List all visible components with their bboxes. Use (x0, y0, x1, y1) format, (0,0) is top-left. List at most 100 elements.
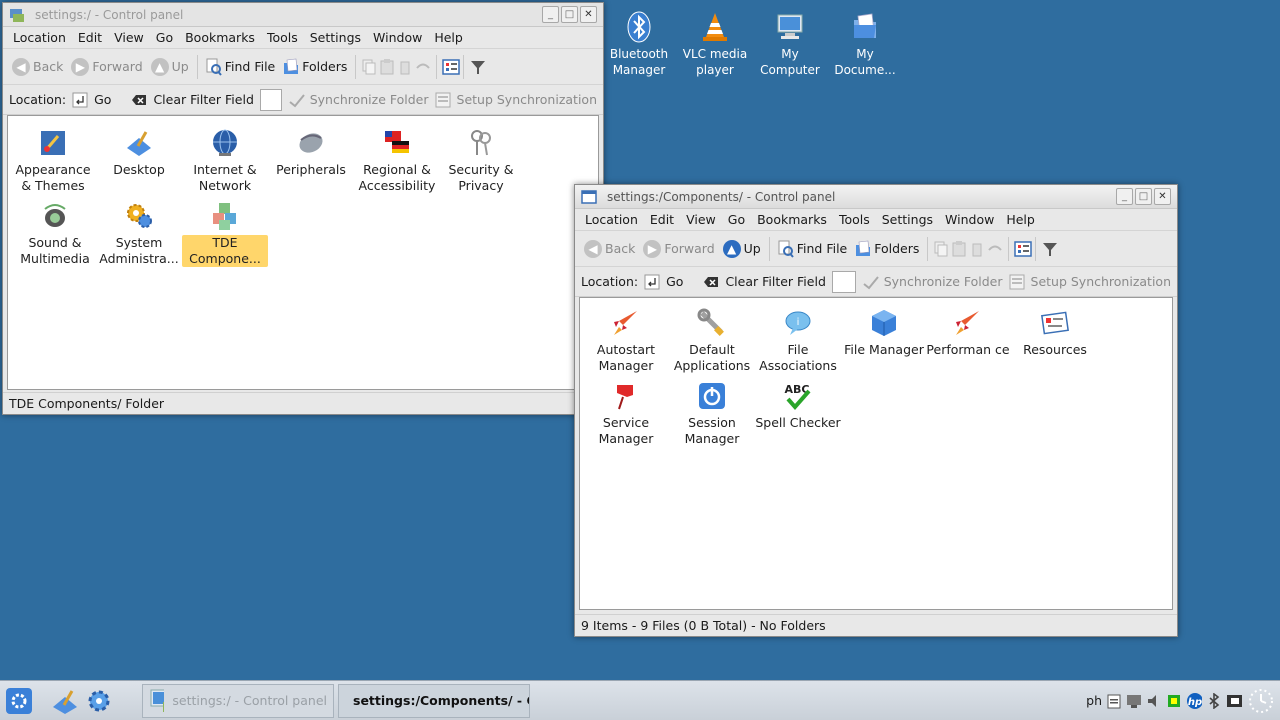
find-file-button[interactable]: Find File (775, 238, 851, 260)
go-button[interactable]: Go (666, 274, 683, 289)
menu-view[interactable]: View (108, 30, 150, 45)
forward-button[interactable]: ▶ Forward (68, 56, 145, 78)
menu-location[interactable]: Location (7, 30, 72, 45)
item-internet-network[interactable]: Internet & Network (182, 126, 268, 194)
volume-icon[interactable] (1146, 692, 1162, 710)
monitor-icon[interactable] (1126, 692, 1142, 710)
desktop-icon-bluetooth[interactable]: Bluetooth Manager (601, 10, 677, 78)
item-session-manager[interactable]: Session Manager (669, 379, 755, 447)
clear-filter-icon[interactable] (131, 91, 147, 109)
minimize-button[interactable]: _ (1116, 188, 1133, 205)
menu-view[interactable]: View (680, 212, 722, 227)
menu-bookmarks[interactable]: Bookmarks (179, 30, 261, 45)
item-spell-checker[interactable]: ABC Spell Checker (755, 379, 841, 431)
up-button[interactable]: ▲ Up (720, 238, 764, 260)
bluetooth-tray-icon[interactable] (1206, 692, 1222, 710)
folders-button[interactable]: Folders (852, 238, 922, 260)
find-file-button[interactable]: Find File (203, 56, 279, 78)
folders-button[interactable]: Folders (280, 56, 350, 78)
go-enter-icon[interactable] (72, 91, 88, 109)
item-tde-components[interactable]: TDE Compone... (182, 199, 268, 267)
item-resources[interactable]: Resources (1012, 306, 1098, 358)
settings-quicklaunch-button[interactable] (84, 686, 114, 716)
menu-go[interactable]: Go (722, 212, 751, 227)
clock-icon[interactable] (1246, 688, 1276, 713)
setup-synchronization-button[interactable]: Setup Synchronization (1031, 274, 1171, 289)
menu-settings[interactable]: Settings (304, 30, 367, 45)
undo-icon[interactable] (415, 58, 431, 76)
paste-icon[interactable] (951, 240, 967, 258)
window-titlebar[interactable]: settings:/ - Control panel _ □ ✕ (3, 3, 603, 27)
maximize-button[interactable]: □ (561, 6, 578, 23)
item-service-manager[interactable]: Service Manager (583, 379, 669, 447)
item-autostart-manager[interactable]: Autostart Manager (583, 306, 669, 374)
desktop-icon-my-computer[interactable]: My Computer (752, 10, 828, 78)
menu-help[interactable]: Help (1000, 212, 1041, 227)
filter-funnel-icon[interactable] (469, 58, 486, 76)
keyboard-layout-indicator[interactable]: ph (1086, 693, 1102, 708)
trash-icon[interactable] (397, 58, 413, 76)
menu-window[interactable]: Window (367, 30, 428, 45)
item-file-manager[interactable]: File Manager (841, 306, 927, 358)
item-peripherals[interactable]: Peripherals (268, 126, 354, 178)
menu-location[interactable]: Location (579, 212, 644, 227)
paste-icon[interactable] (379, 58, 395, 76)
setup-synchronization-button[interactable]: Setup Synchronization (457, 92, 597, 107)
forward-button[interactable]: ▶ Forward (640, 238, 717, 260)
clear-filter-icon[interactable] (703, 273, 719, 291)
back-arrow-icon: ◀ (12, 57, 30, 76)
hp-printer-icon[interactable]: hp (1186, 692, 1202, 710)
close-button[interactable]: ✕ (580, 6, 597, 23)
filter-input[interactable] (831, 270, 856, 293)
item-appearance-themes[interactable]: Appearance & Themes (10, 126, 96, 194)
menu-window[interactable]: Window (939, 212, 1000, 227)
synchronize-folder-button[interactable]: Synchronize Folder (310, 92, 429, 107)
menu-tools[interactable]: Tools (261, 30, 304, 45)
go-button[interactable]: Go (94, 92, 111, 107)
synchronize-folder-button[interactable]: Synchronize Folder (884, 274, 1003, 289)
start-menu-button[interactable] (4, 686, 34, 716)
item-performance[interactable]: Performan ce (925, 306, 1011, 358)
item-security-privacy[interactable]: Security & Privacy (438, 126, 524, 194)
clear-filter-button[interactable]: Clear Filter Field (153, 92, 253, 107)
clipboard-icon[interactable] (1106, 692, 1122, 710)
minimize-button[interactable]: _ (542, 6, 559, 23)
copy-icon[interactable] (361, 58, 377, 76)
menu-tools[interactable]: Tools (833, 212, 876, 227)
back-button[interactable]: ◀ Back (9, 56, 66, 78)
trash-icon[interactable] (969, 240, 985, 258)
copy-icon[interactable] (933, 240, 949, 258)
clear-filter-button[interactable]: Clear Filter Field (725, 274, 825, 289)
item-file-associations[interactable]: i File Associations (755, 306, 841, 374)
undo-icon[interactable] (987, 240, 1003, 258)
maximize-button[interactable]: □ (1135, 188, 1152, 205)
filter-input[interactable] (259, 88, 282, 111)
back-button[interactable]: ◀ Back (581, 238, 638, 260)
taskbar-task-control-panel[interactable]: settings:/ - Control panel (142, 683, 334, 718)
desktop-icon-my-documents[interactable]: My Docume... (827, 10, 903, 78)
menu-go[interactable]: Go (150, 30, 179, 45)
view-mode-icon[interactable] (442, 58, 461, 76)
mouse-peripheral-icon (294, 126, 328, 160)
menu-edit[interactable]: Edit (644, 212, 680, 227)
menu-bookmarks[interactable]: Bookmarks (751, 212, 833, 227)
item-default-applications[interactable]: Default Applications (669, 306, 755, 374)
item-desktop[interactable]: Desktop (96, 126, 182, 178)
menu-help[interactable]: Help (428, 30, 469, 45)
close-button[interactable]: ✕ (1154, 188, 1171, 205)
up-button[interactable]: ▲ Up (148, 56, 192, 78)
item-system-administration[interactable]: System Administra... (96, 199, 182, 267)
taskbar-task-components[interactable]: settings:/Components/ - C (338, 683, 530, 718)
desktop-quicklaunch-button[interactable] (50, 686, 80, 716)
screenshot-icon[interactable] (1226, 692, 1242, 710)
menu-edit[interactable]: Edit (72, 30, 108, 45)
view-mode-icon[interactable] (1014, 240, 1033, 258)
window-titlebar[interactable]: settings:/Components/ - Control panel _ … (575, 185, 1177, 209)
menu-settings[interactable]: Settings (876, 212, 939, 227)
network-icon[interactable] (1166, 692, 1182, 710)
item-regional-accessibility[interactable]: Regional & Accessibility (354, 126, 440, 194)
desktop-icon-vlc[interactable]: VLC media player (677, 10, 753, 78)
filter-funnel-icon[interactable] (1041, 240, 1058, 258)
go-enter-icon[interactable] (644, 273, 660, 291)
item-sound-multimedia[interactable]: Sound & Multimedia (12, 199, 98, 267)
